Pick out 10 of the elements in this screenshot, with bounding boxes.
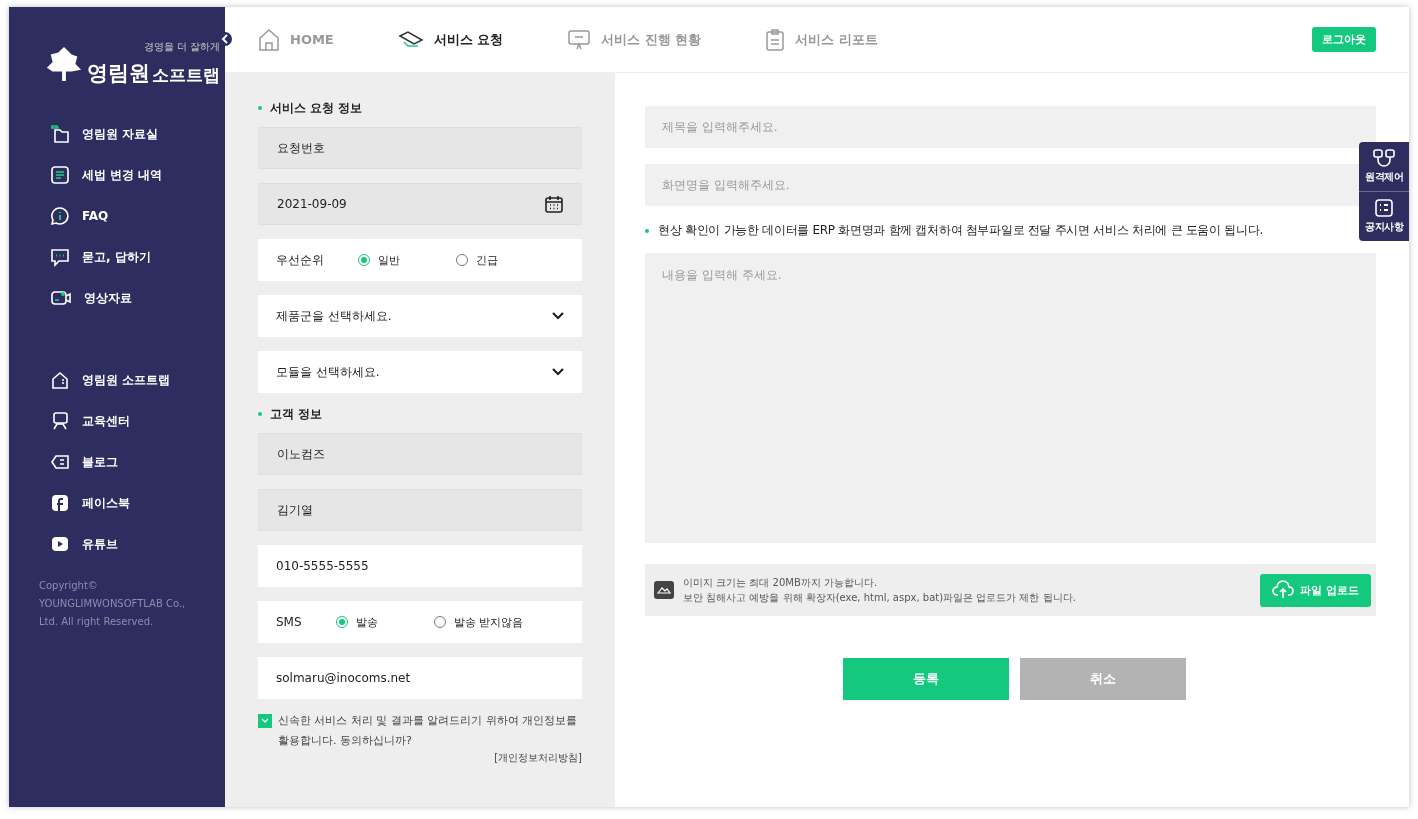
section-title: 고객 정보 bbox=[258, 407, 582, 421]
upload-info-text: 이미지 크기는 최대 20MB까지 가능합니다. 보안 침해사고 예방을 위해 확장자(exe, html, aspx, bat)파일은 업로드가 제한 됩니다. bbox=[683, 576, 1077, 605]
logo-slogan: 경영을 더 잘하게 bbox=[143, 40, 220, 54]
section-title: 서비스 요청 정보 bbox=[258, 101, 582, 115]
field-label: SMS bbox=[276, 615, 302, 629]
logo-name: 소프트랩 bbox=[152, 64, 220, 87]
consent-text: 신속한 서비스 처리 및 결과를 알려드리기 위하여 개인정보를 활용합니다. 동의하십니까? bbox=[278, 713, 579, 749]
logo-name: 영림원 bbox=[87, 60, 150, 87]
copyright-text: Copyright© YOUNGLIMWONSOFTLAB Co., Ltd. All right Reserved. bbox=[39, 579, 187, 629]
field-label: 우선순위 bbox=[276, 251, 324, 269]
